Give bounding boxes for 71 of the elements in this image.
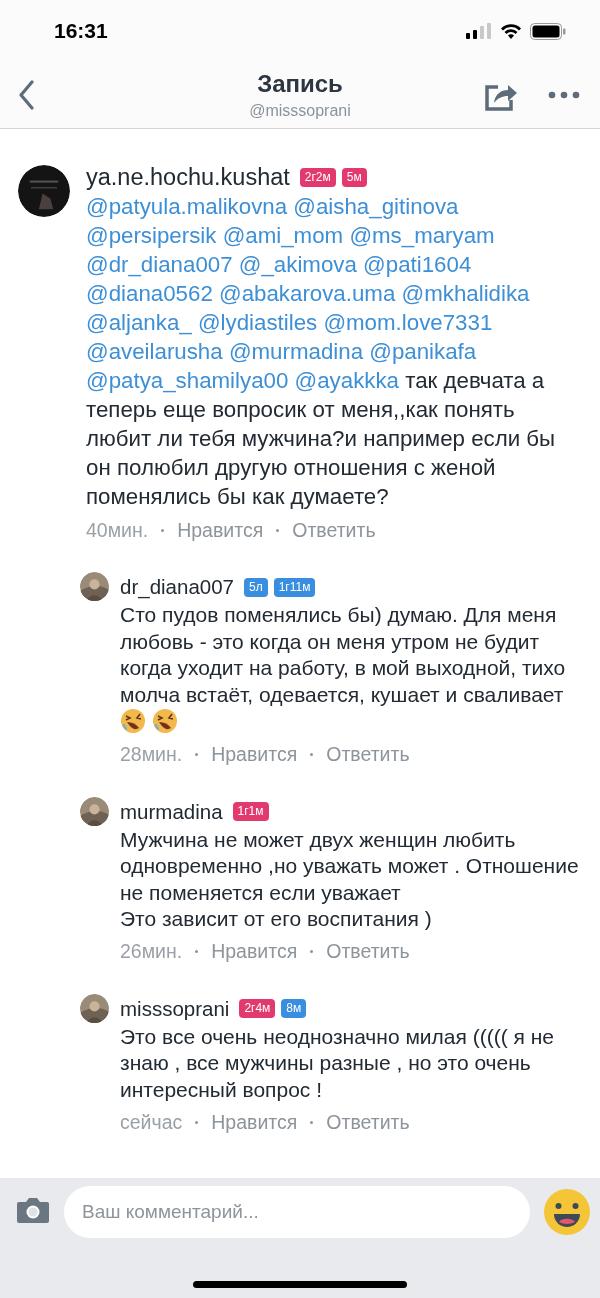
mention-link[interactable]: @murmadina (228, 339, 364, 364)
mention-link[interactable]: @patyula.malikovna (86, 194, 288, 219)
mention-link[interactable]: @aisha_gitinova (293, 194, 459, 219)
badge: 1г1м (232, 802, 269, 821)
comment-text: Это все очень неоднозначно милая ((((( я не знаю , все мужчины разные , но это очень интересный вопрос ! (120, 1023, 555, 1103)
badge: 5л (244, 577, 268, 597)
comment-field[interactable]: Ваш комментарий... (64, 1186, 530, 1238)
separator-dot (161, 528, 165, 532)
username[interactable]: murmadina (120, 799, 223, 824)
username[interactable]: ya.ne.hochu.kushat (86, 163, 290, 191)
mention-link[interactable]: @aveilarusha (86, 339, 223, 364)
mention-link[interactable]: @mkhalidika (401, 281, 530, 306)
mention-link[interactable]: @pati1604 (363, 252, 472, 277)
badge: 8м (281, 999, 307, 1018)
like-link[interactable]: Нравится (177, 518, 264, 542)
mention-link[interactable]: @patya_shamilya00 (86, 368, 289, 393)
badge: 1г11м (273, 577, 316, 597)
mention-link[interactable]: @ms_maryam (349, 223, 495, 248)
back-icon[interactable] (18, 80, 34, 110)
separator-dot (195, 1120, 199, 1124)
like-link[interactable]: Нравится (211, 743, 298, 766)
mention-link[interactable]: @aljanka_ (86, 310, 192, 335)
status-time: 16:31 (54, 19, 108, 43)
like-link[interactable]: Нравится (211, 1110, 298, 1134)
reply-link[interactable]: Ответить (326, 1110, 410, 1134)
comment-text: @patyula.malikovna @aisha_gitinova @persipersik @ami_mom @ms_maryam @dr_diana007 @_akimova @pati1604 @diana0562 @abakarova.uma @mkhalidika @aljanka_ @lydiastiles @mom.love7331 @aveilarusha @murmadina @panikafa @patya_shamilya00 @ayakkka так девчата а теперь еще вопросик от меня,,как понять любит ли тебя мужчина?и например если бы он полюбил другую отношения с женой поменялись бы как думаете? (86, 193, 557, 511)
separator-dot (195, 753, 199, 756)
avatar[interactable] (18, 165, 70, 217)
laughing-face-icon (151, 708, 178, 734)
badge: 2г4м (239, 999, 276, 1018)
reply-link[interactable]: Ответить (326, 743, 410, 766)
mention-link[interactable]: @panikafa (369, 339, 477, 364)
mention-link[interactable]: @dr_diana007 (86, 252, 233, 277)
badge: 2г2м (299, 167, 336, 187)
mention-link[interactable]: @mom.love7331 (323, 310, 493, 335)
more-icon[interactable] (548, 91, 580, 99)
camera-icon[interactable] (16, 1196, 50, 1224)
separator-dot (310, 1120, 314, 1124)
comment-time: 40мин. (86, 518, 149, 542)
avatar[interactable] (80, 993, 109, 1023)
signal-icon (466, 23, 492, 39)
mention-link[interactable]: @ayakkka (294, 368, 399, 393)
mention-link[interactable]: @abakarova.uma (219, 281, 396, 306)
badge: 5м (341, 167, 367, 187)
mention-link[interactable]: @persipersik (86, 223, 217, 248)
comment-text: Сто пудов поменялись бы) думаю. Для меня любовь - это когда он меня утром не будит когда уходит на работу, в мой выходной, тихо молча встаёт, одевается, кушает и сваливает (120, 602, 588, 736)
separator-dot (195, 950, 199, 953)
separator-dot (310, 950, 314, 953)
laughing-face-icon (120, 708, 146, 734)
page-subtitle[interactable]: @misssoprani (249, 102, 351, 120)
separator-dot (310, 753, 314, 756)
username[interactable]: dr_diana007 (120, 575, 234, 599)
reply-link[interactable]: Ответить (292, 518, 376, 542)
comment-time: 28мин. (120, 743, 183, 766)
avatar[interactable] (80, 572, 109, 601)
avatar[interactable] (80, 796, 109, 826)
separator-dot (276, 528, 280, 532)
comment-time: 26мин. (120, 940, 183, 963)
wifi-icon (500, 23, 522, 39)
like-link[interactable]: Нравится (211, 940, 298, 963)
battery-icon (530, 22, 566, 40)
comment-time: сейчас (120, 1110, 183, 1134)
username[interactable]: misssoprani (120, 996, 230, 1021)
page-title: Запись (257, 70, 343, 98)
mention-link[interactable]: @diana0562 (86, 281, 213, 306)
mention-link[interactable]: @_akimova (238, 252, 357, 277)
comment-text: Мужчина не может двух женщин любить одновременно ,но уважать может . Отношение не поменяется если уважает Это зависит от его воспитания ) (120, 826, 580, 932)
mention-link[interactable]: @lydiastiles (197, 310, 318, 335)
mention-link[interactable]: @ami_mom (222, 223, 344, 248)
reply-link[interactable]: Ответить (326, 940, 410, 963)
smiley-icon[interactable] (544, 1189, 590, 1235)
